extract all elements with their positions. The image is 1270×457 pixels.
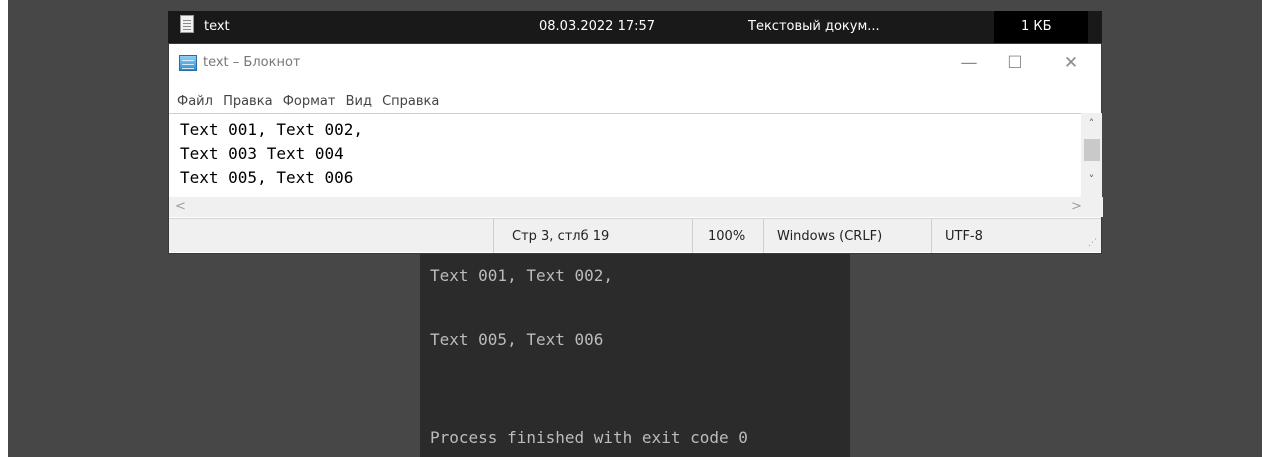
console-line: Text 001, Text 002, — [430, 266, 614, 285]
editor-line: Text 003 Text 004 — [180, 144, 344, 163]
notepad-icon — [179, 55, 197, 71]
file-name[interactable]: text — [204, 19, 230, 34]
text-editor-area[interactable]: Text 001, Text 002, Text 003 Text 004 Text… — [169, 113, 1081, 197]
menu-view[interactable]: Вид — [346, 94, 372, 109]
status-line-ending: Windows (CRLF) — [777, 229, 883, 244]
horizontal-scrollbar[interactable]: < > — [169, 197, 1103, 217]
file-type: Текстовый докум... — [748, 19, 880, 34]
status-cursor-position: Стр 3, стлб 19 — [512, 229, 610, 244]
scroll-down-icon[interactable]: ˅ — [1081, 173, 1102, 186]
scroll-up-icon[interactable]: ˄ — [1081, 117, 1102, 130]
minimize-button[interactable]: — — [949, 50, 989, 76]
status-encoding: UTF-8 — [945, 229, 983, 244]
scroll-right-icon[interactable]: > — [1071, 199, 1082, 214]
menu-help[interactable]: Справка — [382, 94, 439, 109]
status-zoom: 100% — [708, 229, 746, 244]
vertical-scroll-thumb[interactable] — [1084, 139, 1100, 161]
file-modified-date: 08.03.2022 17:57 — [539, 19, 656, 34]
status-separator — [763, 219, 764, 253]
status-bar: Стр 3, стлб 19 100% Windows (CRLF) UTF-8… — [169, 218, 1101, 253]
status-separator — [692, 219, 693, 253]
explorer-file-row[interactable]: text 08.03.2022 17:57 Текстовый докум...… — [168, 11, 1102, 43]
close-button[interactable]: ✕ — [1051, 50, 1091, 76]
scroll-left-icon[interactable]: < — [175, 199, 186, 214]
notepad-titlebar[interactable]: text – Блокнот — ☐ ✕ — [169, 44, 1101, 82]
menu-edit[interactable]: Правка — [223, 94, 272, 109]
editor-line: Text 001, Text 002, — [180, 120, 364, 139]
menu-bar: Файл Правка Формат Вид Справка — [177, 94, 445, 112]
vertical-scrollbar[interactable]: ˄ ˅ — [1081, 113, 1102, 197]
editor-line: Text 005, Text 006 — [180, 168, 354, 187]
menu-file[interactable]: Файл — [177, 94, 213, 109]
status-separator — [931, 219, 932, 253]
status-separator — [493, 219, 494, 253]
maximize-button[interactable]: ☐ — [995, 50, 1035, 76]
menu-format[interactable]: Формат — [283, 94, 336, 109]
console-line: Process finished with exit code 0 — [430, 428, 748, 447]
resize-grip-icon[interactable]: ⋰ — [1088, 238, 1097, 248]
window-title: text – Блокнот — [203, 55, 301, 70]
text-file-icon — [180, 15, 194, 33]
console-line: Text 005, Text 006 — [430, 330, 604, 349]
notepad-window: text – Блокнот — ☐ ✕ Файл Правка Формат … — [168, 43, 1103, 254]
console-output: Text 001, Text 002, Text 005, Text 006 P… — [420, 254, 850, 457]
file-size: 1 КБ — [1021, 19, 1052, 34]
